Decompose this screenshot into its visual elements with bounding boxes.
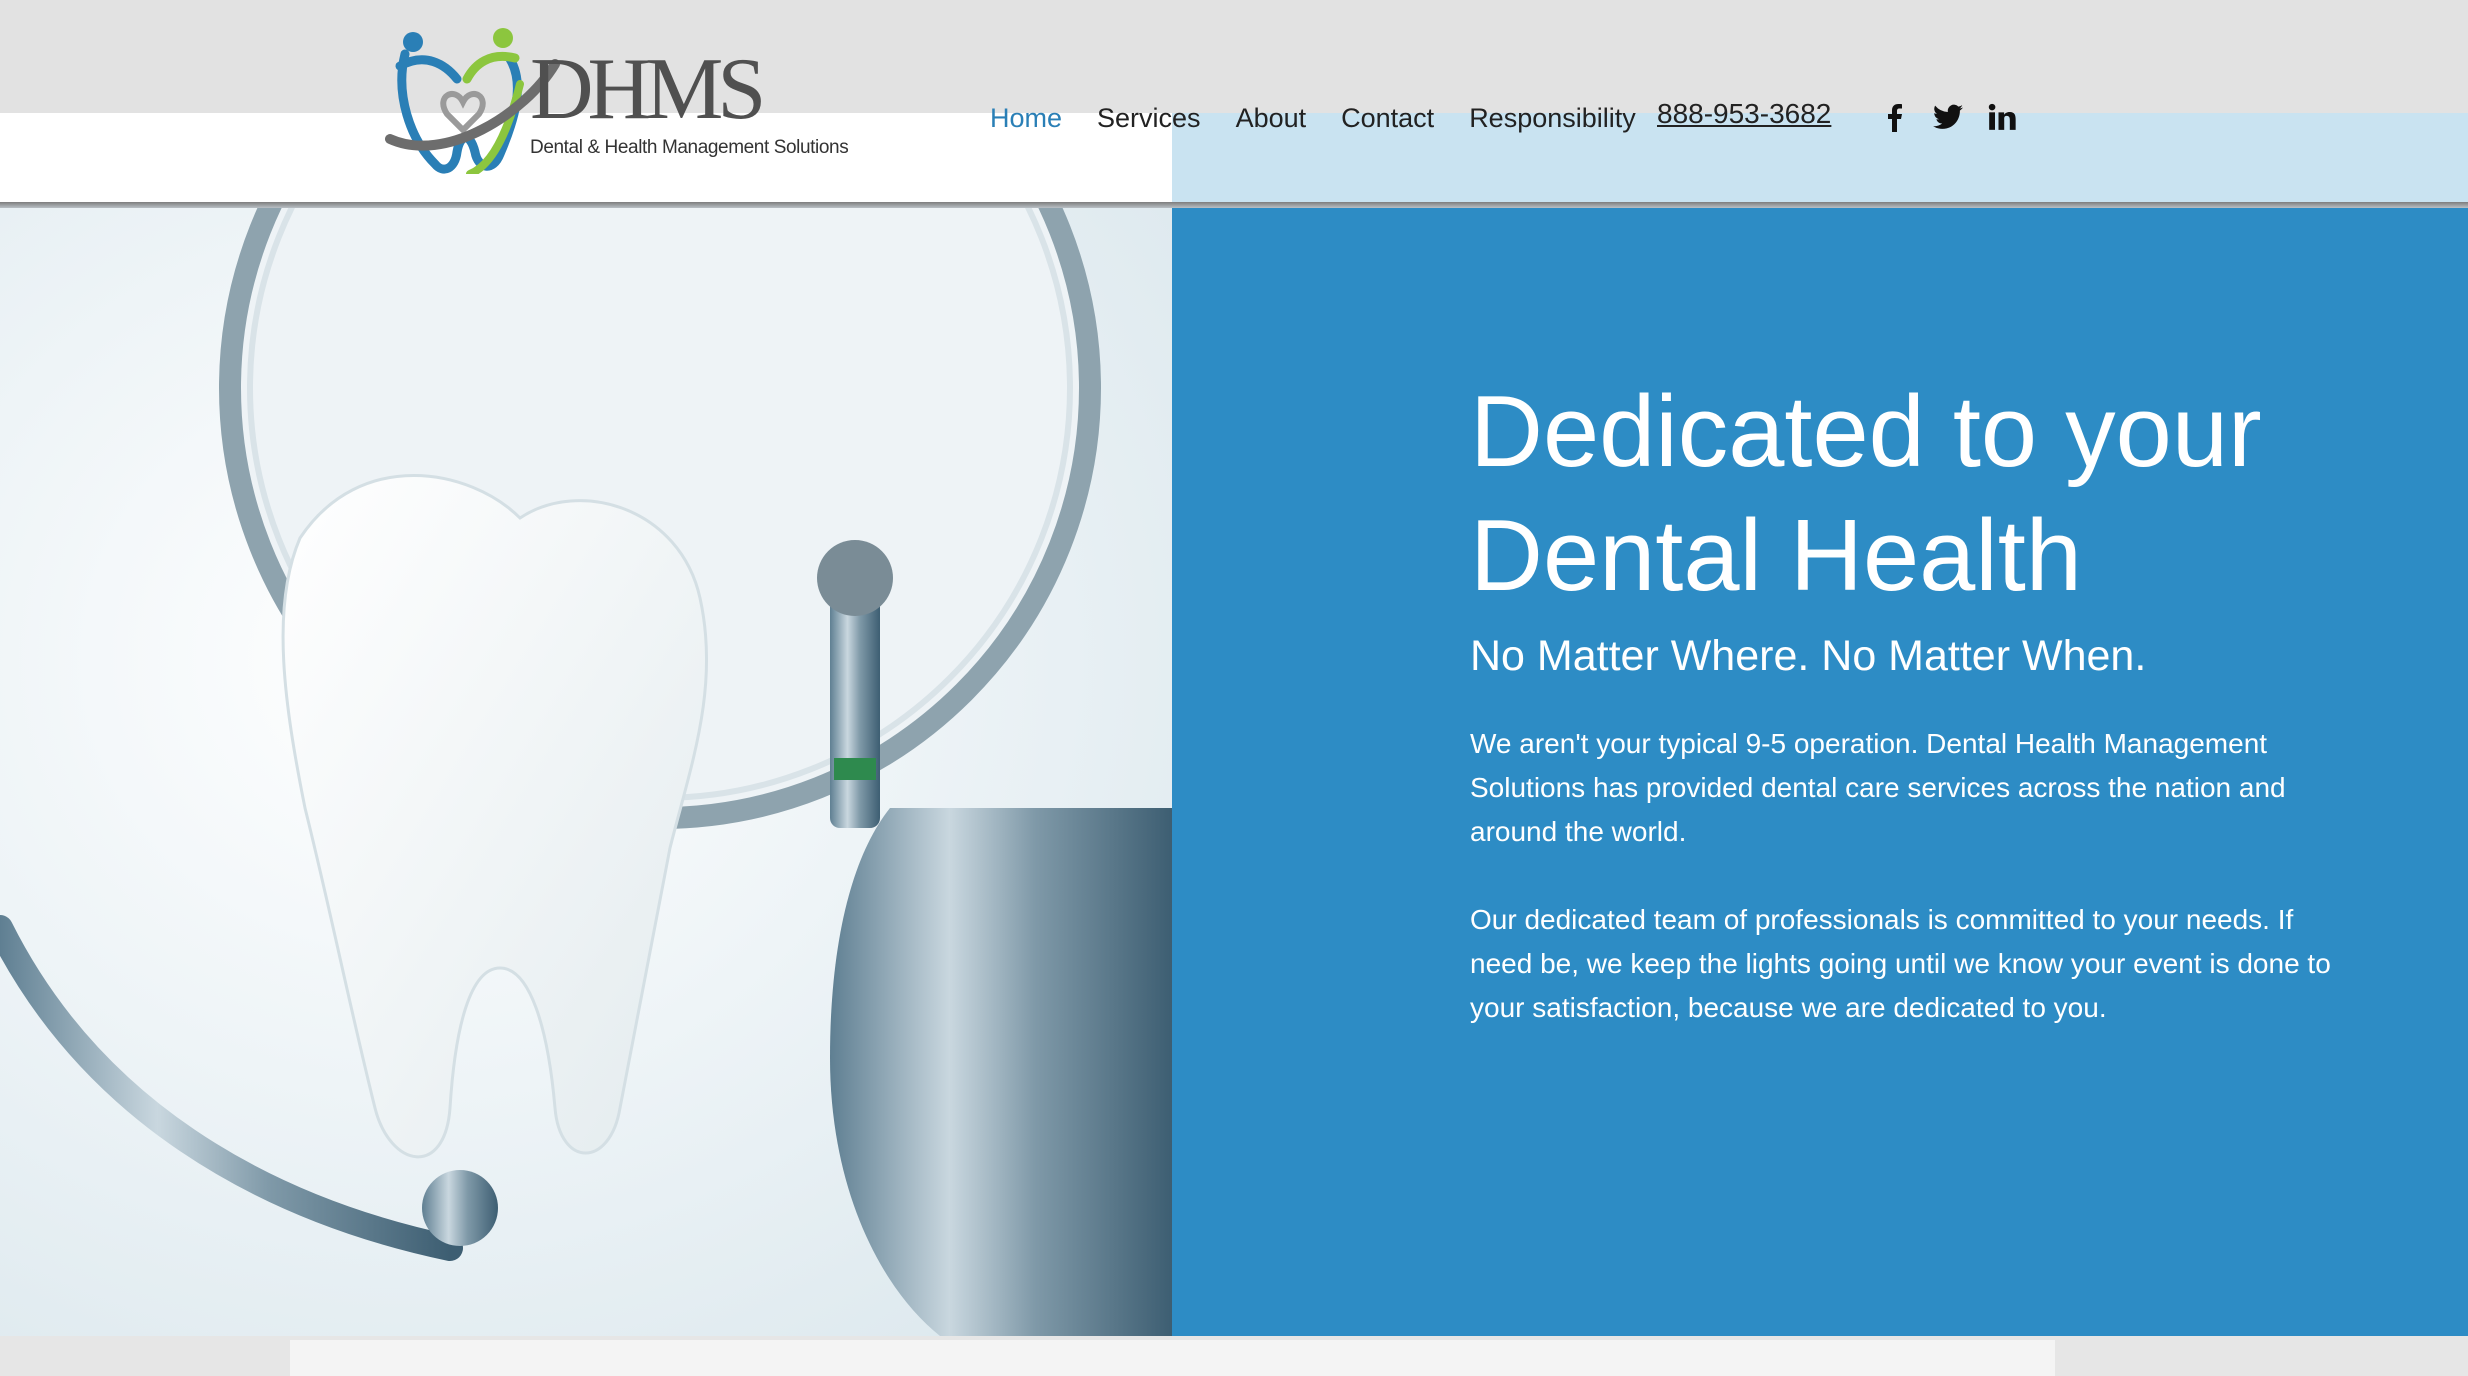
nav-item-services[interactable]: Services [1097, 103, 1201, 134]
hero-headline-line2: Dental Health [1470, 500, 2082, 612]
hero-headline-line1: Dedicated to your [1470, 376, 2262, 488]
hero-paragraph-2: Our dedicated team of professionals is c… [1470, 904, 2331, 1023]
social-links [1878, 101, 2018, 133]
bottom-strip-inner [290, 1340, 2055, 1376]
main-nav: Home Services About Contact Responsibili… [990, 98, 1671, 138]
hero-headline: Dedicated to your Dental Health [1470, 370, 2370, 618]
hero-subheadline: No Matter Where. No Matter When. [1470, 632, 2147, 680]
nav-item-home[interactable]: Home [990, 103, 1062, 134]
facebook-icon[interactable] [1878, 101, 1910, 133]
hero-dental-image [0, 208, 1172, 1336]
top-bar [0, 0, 2468, 113]
nav-item-contact[interactable]: Contact [1341, 103, 1434, 134]
phone-link[interactable]: 888-953-3682 [1657, 98, 1831, 130]
linkedin-icon[interactable] [1986, 101, 2018, 133]
logo-wordmark: DHMS [530, 41, 766, 138]
nav-item-about[interactable]: About [1236, 103, 1307, 134]
nav-item-responsibility[interactable]: Responsibility [1469, 103, 1636, 134]
twitter-icon[interactable] [1932, 101, 1964, 133]
hero-paragraph-1: We aren't your typical 9-5 operation. De… [1470, 728, 2286, 847]
logo-subtitle: Dental & Health Management Solutions [530, 137, 849, 158]
